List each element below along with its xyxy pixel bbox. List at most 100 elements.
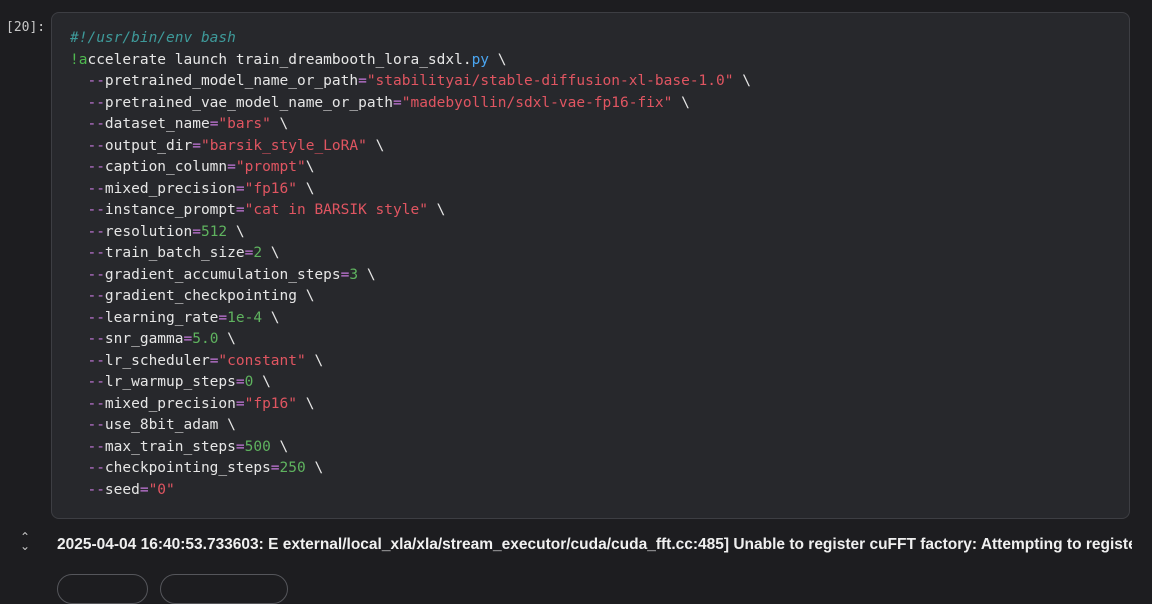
code-token-flag: -- xyxy=(70,309,105,326)
code-token-op: = xyxy=(270,460,280,476)
code-token-op: = xyxy=(227,159,236,175)
code-token-plain: \ xyxy=(253,374,271,390)
expand-collapse-icon[interactable]: ⌃ ⌄ xyxy=(17,531,33,553)
code-line: --mixed_precision="fp16" \ xyxy=(70,394,751,416)
code-line: --lr_warmup_steps=0 \ xyxy=(70,372,751,394)
code-token-plain: max_train_steps xyxy=(104,438,236,455)
code-token-flag: -- xyxy=(70,395,105,412)
code-token-flag: -- xyxy=(70,374,105,390)
code-token-flag: -- xyxy=(70,352,105,369)
code-token-flag: -- xyxy=(70,180,105,197)
code-line: --snr_gamma=5.0 \ xyxy=(70,329,751,351)
code-token-str: "constant" xyxy=(218,352,306,369)
code-token-str: "0" xyxy=(148,481,175,498)
code-line: #!/usr/bin/env bash xyxy=(70,28,751,50)
code-token-str: "stabilityai/stable-diffusion-xl-base-1.… xyxy=(366,73,734,89)
code-token-plain: \ xyxy=(262,309,280,326)
code-line: --output_dir="barsik_style_LoRA" \ xyxy=(70,136,751,158)
code-token-plain: \ xyxy=(427,202,446,218)
code-token-plain: \ xyxy=(270,116,289,132)
code-token-plain: mixed_precision xyxy=(104,395,236,412)
code-token-plain: snr_gamma xyxy=(104,331,184,347)
code-token-plain: instance_prompt xyxy=(104,202,236,218)
code-token-plain: \ xyxy=(305,460,324,476)
code-token-plain: resolution xyxy=(104,223,193,240)
code-token-num: 1e-4 xyxy=(227,309,263,326)
code-token-str: "prompt" xyxy=(235,159,306,175)
code-token-op: = xyxy=(218,309,228,326)
code-line: --caption_column="prompt"\ xyxy=(70,157,751,179)
code-token-plain: \ xyxy=(489,51,507,68)
code-line: --use_8bit_adam \ xyxy=(70,415,751,437)
code-line: --mixed_precision="fp16" \ xyxy=(70,179,751,201)
code-line: --gradient_checkpointing \ xyxy=(70,286,751,308)
code-token-num: 5.0 xyxy=(192,331,219,347)
code-token-plain: \ xyxy=(262,245,280,261)
code-token-plain: pretrained_model_name_or_path xyxy=(104,73,359,89)
code-token-plain: seed xyxy=(104,481,140,498)
code-token-plain: ccelerate launch train_dreambooth_lora_s… xyxy=(87,51,472,68)
code-token-plain: \ xyxy=(270,438,289,455)
code-token-plain: output_dir xyxy=(104,137,193,154)
code-line: --resolution=512 \ xyxy=(70,222,751,244)
code-token-str: "cat in BARSIK style" xyxy=(244,202,428,218)
code-token-plain: \ xyxy=(366,137,385,154)
code-token-plain: \ xyxy=(227,223,245,240)
code-token-str: "bars" xyxy=(218,116,271,132)
output-action-button[interactable] xyxy=(57,574,148,604)
code-token-plain: \ xyxy=(305,352,324,369)
code-token-str: "fp16" xyxy=(244,395,297,412)
code-token-flag: -- xyxy=(70,481,105,498)
code-token-num: 500 xyxy=(244,438,271,455)
code-line: --pretrained_model_name_or_path="stabili… xyxy=(70,71,751,93)
code-token-plain: learning_rate xyxy=(104,309,219,326)
code-token-plain: \ xyxy=(297,395,315,412)
code-token-op: = xyxy=(183,331,193,347)
code-line: --instance_prompt="cat in BARSIK style" … xyxy=(70,200,751,222)
code-token-op: = xyxy=(192,223,201,240)
code-token-ext: py xyxy=(471,51,490,68)
code-token-flag: -- xyxy=(70,417,105,433)
code-token-op: = xyxy=(235,374,245,390)
code-token-flag: -- xyxy=(70,159,105,175)
code-line: --max_train_steps=500 \ xyxy=(70,437,751,459)
code-token-flag: -- xyxy=(70,223,105,240)
code-token-flag: -- xyxy=(70,266,105,283)
code-token-flag: -- xyxy=(70,202,105,218)
code-cell[interactable]: #!/usr/bin/env bash !accelerate launch tr… xyxy=(51,12,1130,519)
code-token-plain: gradient_accumulation_steps xyxy=(104,266,341,283)
code-token-plain: lr_warmup_steps xyxy=(104,374,236,390)
code-token-plain: \ xyxy=(733,73,751,89)
code-token-op: = xyxy=(235,438,245,455)
code-line: --gradient_accumulation_steps=3 \ xyxy=(70,265,751,287)
code-line: --dataset_name="bars" \ xyxy=(70,114,751,136)
output-action-button[interactable] xyxy=(160,574,288,604)
code-token-op: = xyxy=(393,94,402,111)
code-token-plain: \ xyxy=(305,159,315,175)
code-token-plain: caption_column xyxy=(104,159,228,175)
code-editor[interactable]: #!/usr/bin/env bash !accelerate launch tr… xyxy=(70,28,751,501)
code-token-plain: \ xyxy=(218,331,236,347)
code-line: --learning_rate=1e-4 \ xyxy=(70,308,751,330)
code-token-op: = xyxy=(139,481,149,498)
code-token-flag: -- xyxy=(70,438,105,455)
code-token-plain: \ xyxy=(672,94,690,111)
code-token-flag: -- xyxy=(70,288,105,304)
code-line: --seed="0" xyxy=(70,480,751,502)
execution-count: [20]: xyxy=(6,20,46,35)
cell-output-text: 2025-04-04 16:40:53.733603: E external/l… xyxy=(57,536,1132,553)
code-token-num: 2 xyxy=(253,245,263,261)
code-token-op: = xyxy=(235,180,245,197)
code-token-flag: -- xyxy=(70,245,105,261)
code-token-str: "madebyollin/sdxl-vae-fp16-fix" xyxy=(401,94,673,111)
code-token-num: 250 xyxy=(279,460,306,476)
code-token-plain: pretrained_vae_model_name_or_path xyxy=(104,94,394,111)
code-token-str: "barsik_style_LoRA" xyxy=(200,137,367,154)
code-token-flag: -- xyxy=(70,137,105,154)
code-token-comment: #!/usr/bin/env bash xyxy=(70,30,236,46)
code-line: !accelerate launch train_dreambooth_lora… xyxy=(70,50,751,72)
code-token-flag: -- xyxy=(70,116,105,132)
code-token-num: 3 xyxy=(349,266,359,283)
code-line: --train_batch_size=2 \ xyxy=(70,243,751,265)
code-token-plain: gradient_checkpointing \ xyxy=(104,288,315,304)
